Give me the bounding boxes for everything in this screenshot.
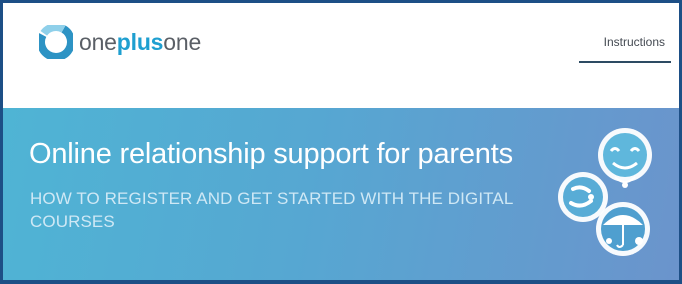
site-header: oneplusone Instructions — [3, 3, 679, 107]
nav-instructions-link[interactable]: Instructions — [604, 35, 665, 49]
logo-wordmark: oneplusone — [79, 29, 201, 56]
logo-text-plus: plus — [116, 28, 164, 55]
hero-title: Online relationship support for parents — [29, 138, 513, 170]
family-characters-icon — [558, 128, 652, 256]
oneplusone-logo-icon — [39, 25, 73, 59]
logo-text-one-end: one — [163, 28, 202, 55]
page-frame: oneplusone Instructions Online relations… — [0, 0, 682, 284]
nav-active-underline — [579, 61, 671, 63]
logo-link[interactable]: oneplusone — [39, 25, 201, 59]
logo-text-one: one — [79, 28, 117, 55]
hero-subtitle: HOW TO REGISTER AND GET STARTED WITH THE… — [30, 189, 513, 231]
